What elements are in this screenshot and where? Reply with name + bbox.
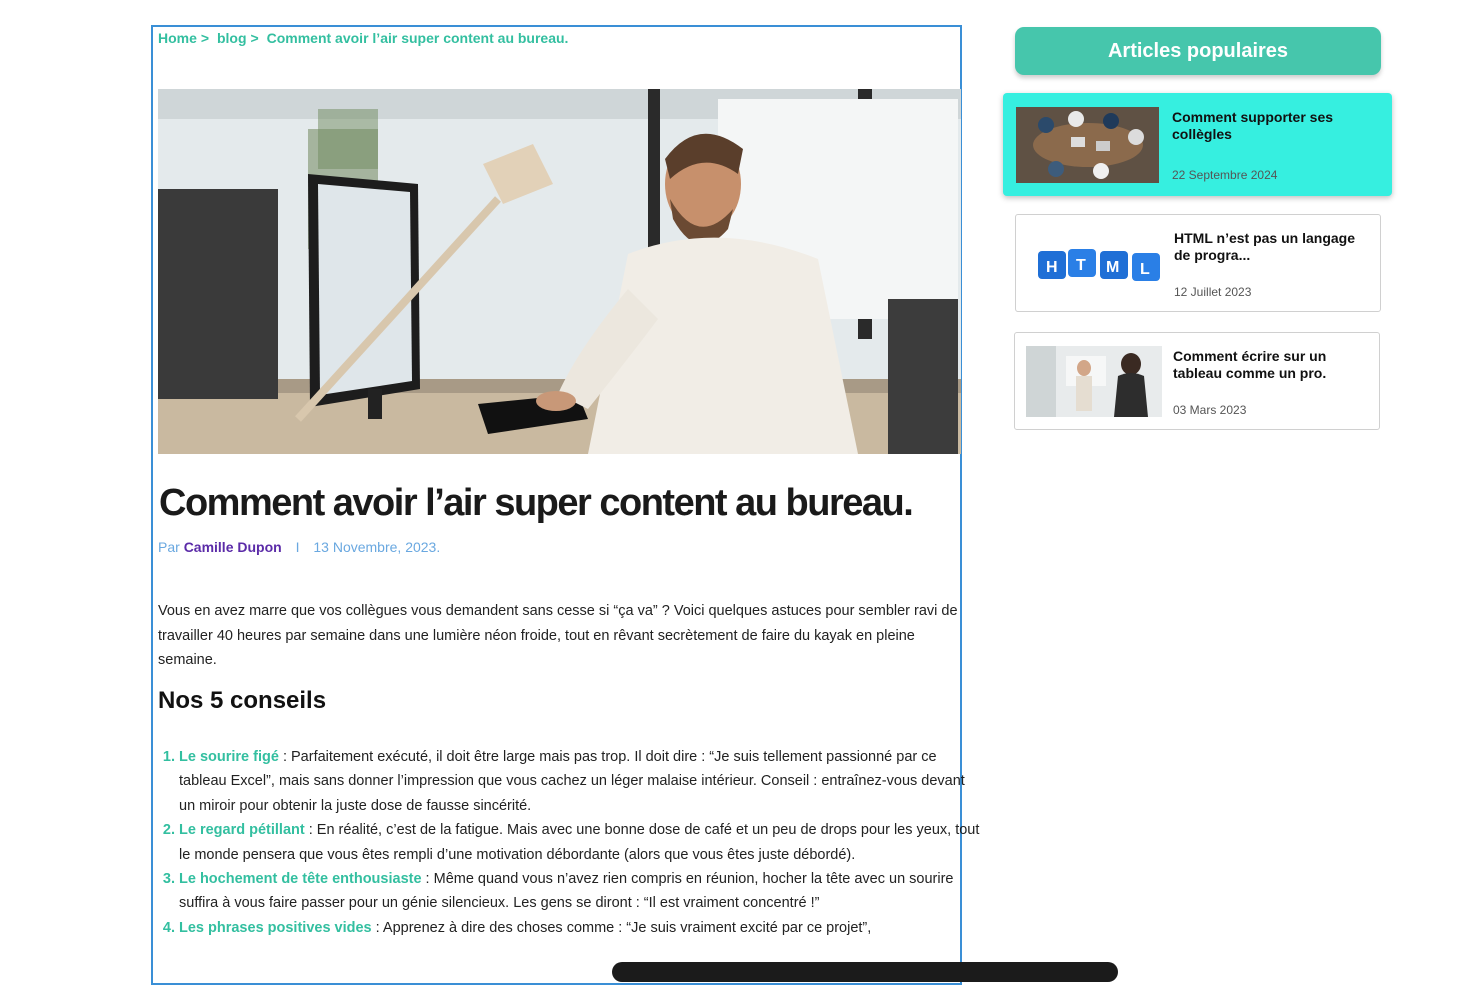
by-label: Par	[158, 539, 180, 555]
section-title: Nos 5 conseils	[158, 687, 327, 714]
card-date: 03 Mars 2023	[1173, 403, 1247, 417]
html-blocks-icon: H T M L	[1036, 245, 1164, 285]
office-photo-icon	[158, 89, 961, 454]
list-item: Le sourire figé : Parfaitement exécuté, …	[179, 745, 984, 818]
breadcrumb-blog-link[interactable]: blog	[217, 30, 247, 46]
meeting-table-icon	[1016, 107, 1159, 183]
tip-name: Les phrases positives vides	[179, 919, 372, 936]
tip-text: : Parfaitement exécuté, il doit être lar…	[179, 749, 965, 814]
breadcrumb-current: Comment avoir l’air super content au bur…	[266, 30, 569, 46]
svg-text:M: M	[1106, 259, 1119, 276]
card-title: Comment écrire sur un tableau comme un p…	[1173, 348, 1327, 381]
tip-name: Le regard pétillant	[179, 822, 305, 839]
article-meta: Par Camille Dupon I 13 Novembre, 2023.	[158, 539, 440, 555]
meta-separator: I	[295, 539, 300, 555]
card-title: Comment supporter ses collègles	[1172, 109, 1334, 142]
article-container: Home > blog > Comment avoir l’air super co…	[151, 25, 979, 985]
card-title: HTML n’est pas un langage de progra...	[1174, 230, 1355, 263]
popular-article-card[interactable]: Comment écrire sur un tableau comme un p…	[1014, 332, 1380, 430]
article-title: Comment avoir l’air super content au bur…	[159, 482, 914, 524]
tip-name: Le sourire figé	[179, 749, 279, 765]
list-item: Les phrases positives vides : Apprenez à…	[179, 916, 984, 940]
breadcrumb-separator: >	[200, 30, 210, 46]
whiteboard-presentation-icon	[1026, 346, 1162, 417]
tip-text: : Apprenez à dire des choses comme : “Je…	[371, 919, 872, 936]
popular-articles-header: Articles populaires	[1015, 27, 1381, 75]
breadcrumb-home-link[interactable]: Home	[158, 30, 197, 46]
popular-article-card[interactable]: H T M L HTML n’est pas un langage de pro…	[1015, 214, 1381, 312]
author-link[interactable]: Camille Dupon	[184, 539, 282, 555]
tip-name: Le hochement de tête enthousiaste	[179, 871, 422, 888]
breadcrumb: Home > blog > Comment avoir l’air super co…	[158, 30, 572, 46]
svg-text:L: L	[1140, 261, 1150, 278]
popular-article-card[interactable]: Comment supporter ses collègles 22 Septe…	[1003, 93, 1392, 196]
bottom-toolbar[interactable]	[612, 962, 1118, 982]
card-date: 22 Septembre 2024	[1172, 168, 1278, 182]
hero-image	[158, 89, 961, 454]
list-item: Le regard pétillant : En réalité, c’est …	[179, 818, 984, 867]
tips-list: Le sourire figé : Parfaitement exécuté, …	[158, 745, 984, 940]
article-intro: Vous en avez marre que vos collègues vou…	[158, 603, 958, 668]
svg-text:T: T	[1076, 257, 1086, 274]
card-date: 12 Juillet 2023	[1174, 285, 1252, 299]
breadcrumb-separator: >	[250, 30, 259, 46]
list-item: Le hochement de tête enthousiaste : Même…	[179, 867, 984, 916]
svg-text:H: H	[1046, 259, 1058, 276]
publish-date: 13 Novembre, 2023.	[313, 539, 441, 555]
